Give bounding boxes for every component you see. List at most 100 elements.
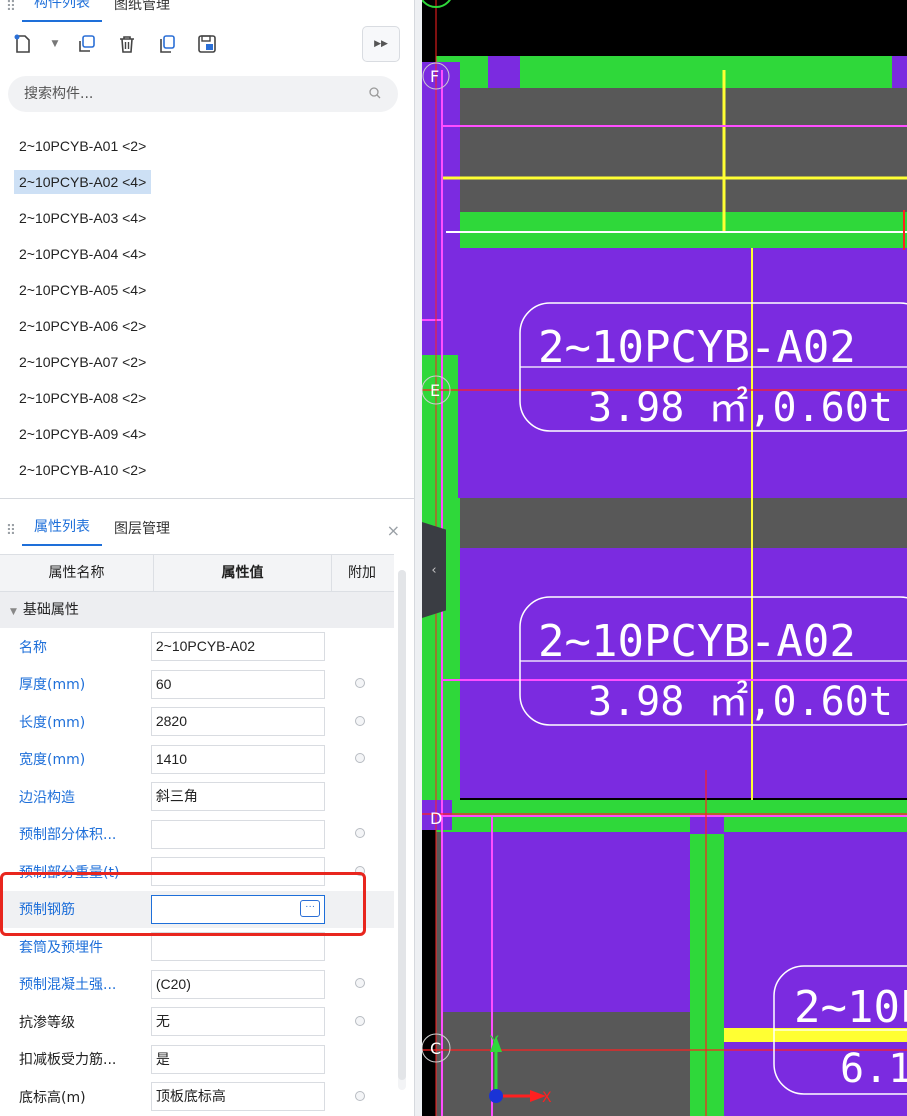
annotation-highlight-box [0,872,366,936]
collapse-triangle-icon[interactable]: ▼ [10,607,17,617]
property-value-field[interactable]: 斜三角 [150,782,326,812]
property-extra[interactable] [325,751,394,767]
property-name: 厚度(mm) [19,677,86,694]
property-value-field[interactable]: (C20) [150,969,326,999]
panel-label-name: 2~10PCYB-A02 [538,322,856,373]
more-tools-button[interactable]: ▶▶ [362,26,400,62]
component-label: 2~10PCYB-A05 <4> [19,282,147,298]
property-value-field[interactable] [150,819,326,849]
axis-label-E: E [430,381,440,400]
property-value-field[interactable]: 无 [150,1007,326,1037]
header-property-value: 属性值 [154,555,332,591]
panel-label-data: 3.98 ㎡,0.60t [588,385,893,431]
property-row: 宽度(mm) 1410 [0,741,394,779]
component-label: 2~10PCYB-A01 <2> [19,138,147,154]
delete-component-button[interactable] [112,29,142,59]
attach-dot-icon[interactable] [354,715,365,726]
component-list-item[interactable]: 2~10PCYB-A06 <2> [0,308,414,344]
attach-dot-icon[interactable] [354,678,365,689]
property-value-field[interactable]: 是 [150,1044,326,1074]
collapse-panel-button[interactable]: ‹ [422,522,446,618]
property-extra[interactable] [325,826,394,842]
component-tabbar: ⠿ 构件列表 图纸管理 [0,0,414,22]
cad-canvas[interactable]: F E D C 2~10PCYB-A02 3.98 ㎡,0.60t 2~10PC… [422,0,907,1116]
property-table: 属性名称 属性值 附加 ▼ 基础属性 名称 2~10PCYB-A02 厚度(mm) 60… [0,554,394,1116]
component-list-item[interactable]: 2~10PCYB-A07 <2> [0,344,414,380]
property-table-header: 属性名称 属性值 附加 [0,554,394,592]
property-name: 底标高(m) [19,1089,86,1106]
close-icon[interactable]: × [387,516,400,546]
layer-copy-icon [160,35,175,53]
group-row-basic[interactable]: ▼ 基础属性 [0,592,394,628]
component-label: 2~10PCYB-A09 <4> [19,426,147,442]
property-value-text: 无 [155,1013,170,1030]
property-extra[interactable] [325,714,394,730]
search-icon[interactable] [368,86,382,100]
tab-drawing-management[interactable]: 图纸管理 [102,0,182,22]
component-list-item[interactable]: 2~10PCYB-A02 <4> [0,164,414,200]
header-extra: 附加 [348,565,376,581]
property-value-field[interactable]: 2820 [150,707,326,737]
panel-label-data: 3.98 ㎡,0.60t [588,679,893,725]
attach-dot-icon[interactable] [354,828,365,839]
property-name: 边沿构造 [19,789,75,806]
drag-grip-icon[interactable]: ⠿ [0,516,22,546]
component-list-item[interactable]: 2~10PCYB-A05 <4> [0,272,414,308]
component-list: 2~10PCYB-A01 <2> 2~10PCYB-A02 <4> 2~10PCYB… [0,128,414,488]
component-label: 2~10PCYB-A03 <4> [19,210,147,226]
component-list-item[interactable]: 2~10PCYB-A10 <2> [0,452,414,488]
property-extra[interactable] [325,1089,394,1105]
drag-grip-icon[interactable]: ⠿ [0,0,22,22]
trash-icon [120,36,134,53]
attach-dot-icon[interactable] [354,1090,365,1101]
property-row: 抗渗等级 无 [0,1003,394,1041]
property-value-field[interactable]: 1410 [150,744,326,774]
scroll-thumb[interactable] [398,570,406,1080]
layer-copy-button[interactable] [152,29,182,59]
property-scrollbar[interactable] [398,570,406,1090]
property-extra[interactable] [325,676,394,692]
new-component-button[interactable] [8,29,38,59]
property-extra[interactable] [325,1014,394,1030]
component-label: 2~10PCYB-A07 <2> [19,354,147,370]
component-list-item[interactable]: 2~10PCYB-A01 <2> [0,128,414,164]
copy-component-button[interactable] [72,29,102,59]
property-name: 宽度(mm) [19,752,86,769]
component-list-item[interactable]: 2~10PCYB-A04 <4> [0,236,414,272]
search-input[interactable] [24,76,354,112]
component-list-item[interactable]: 2~10PCYB-A03 <4> [0,200,414,236]
property-row: 厚度(mm) 60 [0,666,394,704]
ucs-y-label: Y [489,1034,499,1050]
property-row: 名称 2~10PCYB-A02 [0,628,394,666]
property-value-field[interactable] [150,932,326,962]
property-value-field[interactable]: 2~10PCYB-A02 [150,632,326,662]
component-list-item[interactable]: 2~10PCYB-A08 <2> [0,380,414,416]
attach-dot-icon[interactable] [354,1015,365,1026]
property-row: 预制混凝土强... (C20) [0,966,394,1004]
cad-drawing[interactable]: F E D C 2~10PCYB-A02 3.98 ㎡,0.60t 2~10PC… [422,0,907,1116]
tab-property-list[interactable]: 属性列表 [22,512,102,546]
property-tabbar: ⠿ 属性列表 图层管理 × [0,512,414,546]
tab-component-list[interactable]: 构件列表 [22,0,102,22]
chevron-down-icon[interactable]: ▼ [48,39,62,49]
attach-dot-icon[interactable] [354,753,365,764]
panel-label-data: 6.16 [840,1046,907,1092]
property-value-text: 1410 [155,750,188,767]
group-label: 基础属性 [22,602,79,618]
property-name: 套筒及预埋件 [19,939,103,956]
tab-layer-management[interactable]: 图层管理 [102,514,182,546]
axis-label-F: F [430,67,439,86]
attach-dot-icon[interactable] [354,978,365,989]
component-label: 2~10PCYB-A04 <4> [19,246,147,262]
component-label: 2~10PCYB-A08 <2> [19,390,147,406]
component-label: 2~10PCYB-A10 <2> [19,462,147,478]
save-template-button[interactable] [192,29,222,59]
component-list-item[interactable]: 2~10PCYB-A09 <4> [0,416,414,452]
property-extra[interactable] [325,976,394,992]
property-value-field[interactable]: 60 [150,669,326,699]
property-value-text: 斜三角 [155,788,198,805]
property-name: 名称 [19,639,47,656]
property-value-field[interactable]: 顶板底标高 [150,1082,326,1112]
property-name: 抗渗等级 [19,1014,75,1031]
copy-icon [79,35,95,52]
